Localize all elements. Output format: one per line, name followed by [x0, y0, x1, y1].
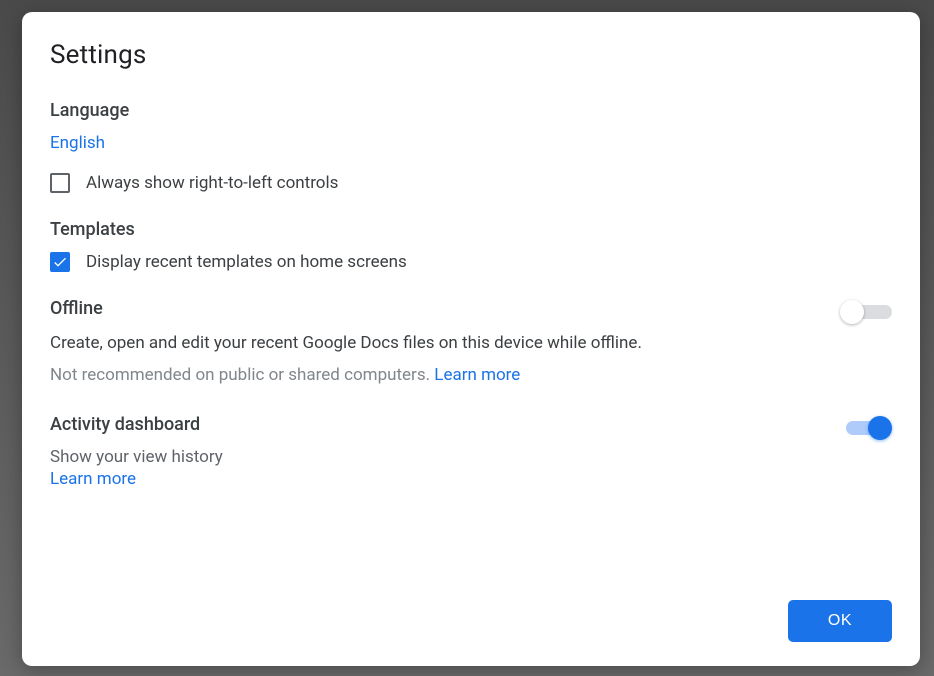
language-heading: Language	[50, 100, 892, 121]
offline-description: Create, open and edit your recent Google…	[50, 331, 840, 357]
toggle-thumb	[840, 300, 864, 324]
templates-checkbox-row: Display recent templates on home screens	[50, 252, 892, 272]
checkmark-icon	[52, 254, 68, 270]
templates-section: Templates Display recent templates on ho…	[50, 219, 892, 272]
templates-heading: Templates	[50, 219, 892, 240]
offline-heading: Offline	[50, 298, 840, 319]
activity-toggle[interactable]	[840, 416, 892, 440]
language-current-link[interactable]: English	[50, 133, 105, 153]
rtl-checkbox[interactable]	[50, 173, 70, 193]
activity-sub: Show your view history	[50, 447, 840, 467]
templates-checkbox-label: Display recent templates on home screens	[86, 252, 407, 272]
ok-button[interactable]: OK	[788, 600, 892, 642]
rtl-checkbox-row: Always show right-to-left controls	[50, 173, 892, 193]
activity-heading: Activity dashboard	[50, 414, 840, 435]
language-section: Language English Always show right-to-le…	[50, 100, 892, 193]
settings-modal: Settings Language English Always show ri…	[22, 12, 920, 666]
modal-footer: OK	[50, 600, 892, 642]
activity-section: Activity dashboard Show your view histor…	[50, 414, 892, 489]
offline-warning: Not recommended on public or shared comp…	[50, 365, 434, 385]
rtl-checkbox-label: Always show right-to-left controls	[86, 173, 338, 193]
offline-toggle[interactable]	[840, 300, 892, 324]
toggle-thumb	[868, 416, 892, 440]
offline-warning-line: Not recommended on public or shared comp…	[50, 363, 840, 389]
offline-learn-more-link[interactable]: Learn more	[434, 363, 520, 389]
modal-title: Settings	[50, 40, 892, 70]
templates-checkbox[interactable]	[50, 252, 70, 272]
activity-learn-more-link[interactable]: Learn more	[50, 469, 136, 489]
offline-section: Offline Create, open and edit your recen…	[50, 298, 892, 388]
